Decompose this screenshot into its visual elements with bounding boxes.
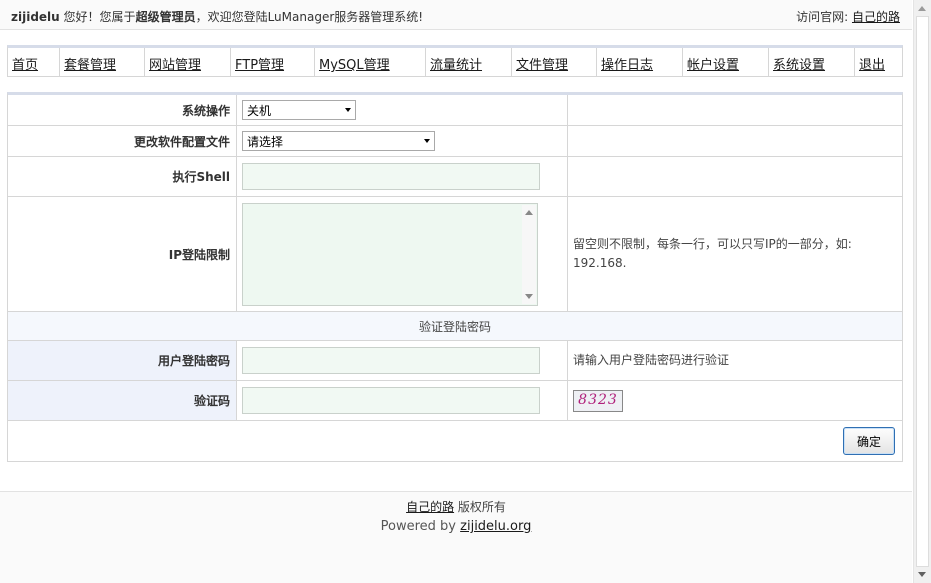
footer: 自己的路 版权所有 Powered by zijidelu.org xyxy=(0,491,912,583)
nav-item-4[interactable]: MySQL管理 xyxy=(315,48,426,77)
nav-item-label: 套餐管理 xyxy=(64,58,117,73)
nav-item-label: 帐户设置 xyxy=(687,58,740,73)
page-scrollbar[interactable] xyxy=(913,0,931,583)
ip-limit-example: 192.168. xyxy=(573,256,627,270)
row-config-file: 更改软件配置文件 请选择 xyxy=(8,126,902,157)
chevron-down-icon xyxy=(424,139,430,143)
scrollbar-thumb[interactable] xyxy=(916,16,929,567)
row-shell: 执行Shell xyxy=(8,157,902,197)
top-bar: zijidelu 您好！您属于超级管理员，欢迎您登陆LuManager服务器管理… xyxy=(0,0,912,30)
nav-item-6[interactable]: 文件管理 xyxy=(512,48,597,77)
nav-item-label: 流量统计 xyxy=(430,58,483,73)
system-op-value: 关机 xyxy=(247,103,272,118)
ip-limit-textarea[interactable] xyxy=(242,202,538,306)
shell-label: 执行Shell xyxy=(8,157,237,196)
row-password: 用户登陆密码 请输入用户登陆密码进行验证 xyxy=(8,341,902,381)
config-file-value: 请选择 xyxy=(247,134,284,149)
captcha-label: 验证码 xyxy=(8,381,237,420)
ip-limit-label: IP登陆限制 xyxy=(8,197,237,311)
nav-item-10[interactable]: 退出 xyxy=(855,48,900,77)
nav-item-label: 文件管理 xyxy=(516,58,569,73)
visit-label: 访问官网: xyxy=(796,10,849,24)
nav-item-label: 退出 xyxy=(859,58,886,73)
powered-by-text: Powered by xyxy=(380,519,456,534)
nav-item-label: 网站管理 xyxy=(149,58,202,73)
visit-site: 访问官网: 自己的路 xyxy=(796,8,900,25)
scroll-up-icon xyxy=(525,209,533,215)
row-captcha: 验证码 8323 xyxy=(8,381,902,421)
copyright-text: 版权所有 xyxy=(457,500,506,514)
password-hint: 请输入用户登陆密码进行验证 xyxy=(573,353,730,367)
system-op-label: 系统操作 xyxy=(8,95,237,125)
footer-site-link[interactable]: 自己的路 xyxy=(406,500,454,514)
textarea-scrollbar[interactable] xyxy=(522,204,536,304)
powered-by-link[interactable]: zijidelu.org xyxy=(460,519,531,534)
scroll-down-icon[interactable] xyxy=(918,572,926,577)
username: zijidelu xyxy=(11,10,60,24)
nav-item-8[interactable]: 帐户设置 xyxy=(683,48,769,77)
page: zijidelu 您好！您属于超级管理员，欢迎您登陆LuManager服务器管理… xyxy=(0,0,912,583)
nav-item-5[interactable]: 流量统计 xyxy=(426,48,512,77)
nav-item-label: 首页 xyxy=(12,58,39,73)
system-op-select[interactable]: 关机 xyxy=(242,100,356,120)
welcome-message: ，欢迎您登陆LuManager服务器管理系统! xyxy=(195,10,424,24)
chevron-down-icon xyxy=(345,108,351,112)
captcha-image[interactable]: 8323 xyxy=(573,389,623,412)
password-label: 用户登陆密码 xyxy=(8,341,237,380)
row-system-op: 系统操作 关机 xyxy=(8,95,902,126)
nav-item-label: 操作日志 xyxy=(601,58,654,73)
confirm-button[interactable]: 确定 xyxy=(843,427,895,455)
nav-item-7[interactable]: 操作日志 xyxy=(597,48,683,77)
row-verify-section: 验证登陆密码 xyxy=(8,312,902,341)
official-site-link[interactable]: 自己的路 xyxy=(852,10,900,24)
main-nav: 首页 套餐管理 网站管理 FTP管理 MySQL管理 流量统计 文件管理 操作日志 帐户设置 系统… xyxy=(7,45,903,77)
nav-item-9[interactable]: 系统设置 xyxy=(769,48,855,77)
nav-item-2[interactable]: 网站管理 xyxy=(145,48,231,77)
row-submit: 确定 xyxy=(8,421,902,461)
system-settings-form: 系统操作 关机 更改软件配置文件 请选择 执行Shell IP登陆限制 留空则不… xyxy=(7,92,903,462)
nav-item-label: 系统设置 xyxy=(773,58,826,73)
nav-item-1[interactable]: 套餐管理 xyxy=(60,48,145,77)
config-file-select[interactable]: 请选择 xyxy=(242,131,435,151)
ip-limit-hint: 留空则不限制，每条一行，可以只写IP的一部分，如: xyxy=(573,237,852,251)
nav-item-0[interactable]: 首页 xyxy=(8,48,60,77)
greeting: 您好！您属于 xyxy=(63,10,136,24)
nav-item-3[interactable]: FTP管理 xyxy=(231,48,315,77)
scroll-down-icon xyxy=(525,293,533,299)
shell-input[interactable] xyxy=(242,163,540,190)
password-input[interactable] xyxy=(242,347,540,374)
role: 超级管理员 xyxy=(135,10,196,24)
nav-item-label: MySQL管理 xyxy=(319,58,390,73)
nav-item-label: FTP管理 xyxy=(235,58,285,73)
captcha-input[interactable] xyxy=(242,387,540,414)
config-file-label: 更改软件配置文件 xyxy=(8,126,237,156)
row-ip-limit: IP登陆限制 留空则不限制，每条一行，可以只写IP的一部分，如: 192.168… xyxy=(8,197,902,312)
welcome-text: zijidelu 您好！您属于超级管理员，欢迎您登陆LuManager服务器管理… xyxy=(11,8,423,25)
verify-section-title: 验证登陆密码 xyxy=(8,312,902,340)
scroll-up-icon[interactable] xyxy=(918,6,926,11)
